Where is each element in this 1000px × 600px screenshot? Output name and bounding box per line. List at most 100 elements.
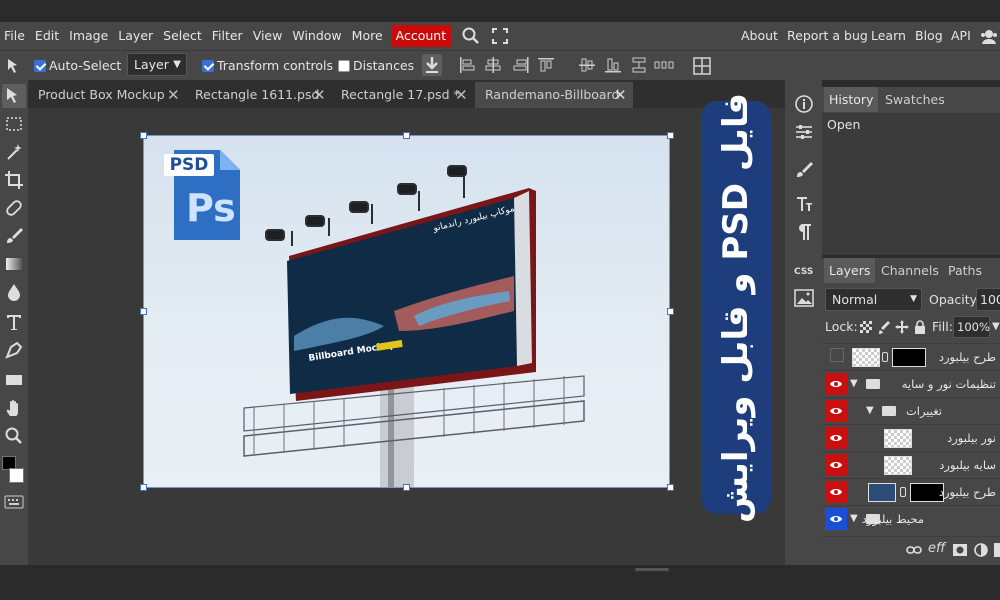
chevron-down-icon[interactable]: ▼: [850, 506, 858, 532]
eye-icon[interactable]: [825, 400, 847, 422]
tab-paths[interactable]: Paths: [943, 258, 987, 283]
blur-tool[interactable]: [2, 280, 26, 304]
adjustments-icon[interactable]: [792, 120, 816, 144]
eye-icon[interactable]: [825, 373, 847, 395]
transform-handle-bottom-right[interactable]: [667, 484, 674, 491]
transform-handle-left[interactable]: [140, 308, 147, 315]
fullscreen-icon[interactable]: [491, 27, 509, 45]
brush-settings-icon[interactable]: [792, 158, 816, 182]
layer-group-row[interactable]: ▼ محیط بیلبورد: [822, 505, 1000, 532]
align-center-h-icon[interactable]: [484, 56, 502, 74]
align-left-icon[interactable]: [458, 56, 476, 74]
auto-select-checkbox[interactable]: [34, 60, 46, 72]
hand-tool[interactable]: [2, 396, 26, 420]
chevron-down-icon[interactable]: ▼: [992, 316, 1000, 338]
menu-file[interactable]: File: [0, 22, 33, 50]
menu-filter[interactable]: Filter: [210, 22, 251, 50]
distances-checkbox[interactable]: [338, 60, 350, 72]
background-color-swatch[interactable]: [9, 468, 24, 483]
brush-tool[interactable]: [2, 224, 26, 248]
layer-group-row[interactable]: ▼ تنظیمات نور و سایه: [822, 370, 1000, 397]
grid-icon[interactable]: [692, 56, 712, 76]
align-middle-icon[interactable]: [578, 56, 596, 74]
pen-tool[interactable]: [2, 338, 26, 362]
layer-row[interactable]: نور بیلبورد: [822, 424, 1000, 451]
layer-row[interactable]: طرح بیلبورد: [822, 343, 1000, 370]
type-tool[interactable]: [2, 310, 26, 334]
lock-all-icon[interactable]: [913, 319, 927, 338]
fx-icon[interactable]: eff: [928, 541, 945, 556]
distribute-vertical-icon[interactable]: [630, 56, 648, 74]
tab-layers[interactable]: Layers: [824, 258, 876, 283]
tab-rectangle-17[interactable]: Rectangle 17.psd *: [331, 82, 475, 108]
info-icon[interactable]: [792, 92, 816, 116]
magic-wand-tool[interactable]: [2, 140, 26, 164]
align-bottom-icon[interactable]: [604, 56, 622, 74]
menu-blog[interactable]: Blog: [915, 22, 943, 50]
character-icon[interactable]: [792, 192, 816, 216]
close-icon[interactable]: ✕: [614, 82, 627, 108]
fill-input[interactable]: 100%: [953, 316, 990, 338]
marquee-tool[interactable]: [2, 112, 26, 136]
transform-handle-bottom-left[interactable]: [140, 484, 147, 491]
resize-handle[interactable]: [635, 568, 669, 571]
distribute-horizontal-icon[interactable]: [654, 56, 674, 74]
menu-window[interactable]: Window: [290, 22, 349, 50]
close-icon[interactable]: ✕: [167, 82, 180, 108]
transform-handle-top[interactable]: [403, 132, 410, 139]
download-icon[interactable]: [422, 54, 442, 76]
tab-randemano-billboard[interactable]: Randemano-Billboard: [475, 82, 633, 108]
css-icon[interactable]: CSS: [792, 258, 816, 282]
new-layer-icon[interactable]: [994, 543, 1000, 557]
transform-handle-bottom[interactable]: [403, 484, 410, 491]
menu-report-bug[interactable]: Report a bug: [787, 22, 868, 50]
align-right-icon[interactable]: [512, 56, 530, 74]
opacity-input[interactable]: 100: [976, 288, 1000, 311]
menu-image[interactable]: Image: [67, 22, 116, 50]
menu-select[interactable]: Select: [161, 22, 210, 50]
account-button[interactable]: Account: [390, 25, 452, 47]
gradient-tool[interactable]: [2, 252, 26, 276]
menu-learn[interactable]: Learn: [871, 22, 906, 50]
layer-row[interactable]: سایه بیلبورد: [822, 451, 1000, 478]
auto-select-target-dropdown[interactable]: Layer ▼: [127, 53, 187, 76]
eye-icon[interactable]: [825, 427, 847, 449]
menu-layer[interactable]: Layer: [116, 22, 161, 50]
move-tool-icon[interactable]: [5, 57, 23, 78]
layer-row[interactable]: طرح بیلبورد: [822, 478, 1000, 505]
visibility-toggle[interactable]: [830, 348, 844, 362]
mask-icon[interactable]: [952, 543, 968, 560]
eye-icon[interactable]: [825, 481, 847, 503]
eye-icon[interactable]: [825, 454, 847, 476]
image-icon[interactable]: [792, 286, 816, 310]
eye-icon[interactable]: [825, 508, 847, 530]
transform-controls-checkbox[interactable]: [202, 60, 214, 72]
blend-mode-dropdown[interactable]: Normal ▼: [825, 288, 922, 311]
paragraph-icon[interactable]: [792, 220, 816, 244]
menu-about[interactable]: About: [741, 22, 778, 50]
crop-tool[interactable]: [2, 168, 26, 192]
shape-tool[interactable]: [2, 368, 26, 392]
close-icon[interactable]: ✕: [313, 82, 326, 108]
menu-edit[interactable]: Edit: [33, 22, 67, 50]
adjustment-icon[interactable]: [974, 543, 988, 560]
transform-handle-top-right[interactable]: [667, 132, 674, 139]
align-top-icon[interactable]: [537, 56, 555, 74]
document-canvas[interactable]: PSD Ps موکاپ بیلبورد راندمانو Billboard …: [143, 135, 670, 488]
tab-product-box-mockup[interactable]: Product Box Mockup: [28, 82, 182, 108]
close-icon[interactable]: ✕: [455, 82, 468, 108]
lock-position-icon[interactable]: [894, 319, 910, 338]
menu-view[interactable]: View: [251, 22, 291, 50]
tab-swatches[interactable]: Swatches: [880, 87, 950, 112]
search-icon[interactable]: [461, 26, 481, 46]
menu-more[interactable]: More: [350, 22, 391, 50]
keyboard-icon[interactable]: [2, 490, 26, 514]
move-tool[interactable]: [2, 84, 26, 108]
transform-handle-right[interactable]: [667, 308, 674, 315]
history-entry[interactable]: Open: [822, 113, 1000, 137]
layer-group-row[interactable]: ▼ تغییرات: [822, 397, 1000, 424]
chevron-down-icon[interactable]: ▼: [850, 371, 858, 397]
healing-tool[interactable]: [2, 196, 26, 220]
zoom-tool[interactable]: [2, 424, 26, 448]
link-icon[interactable]: [906, 544, 922, 559]
